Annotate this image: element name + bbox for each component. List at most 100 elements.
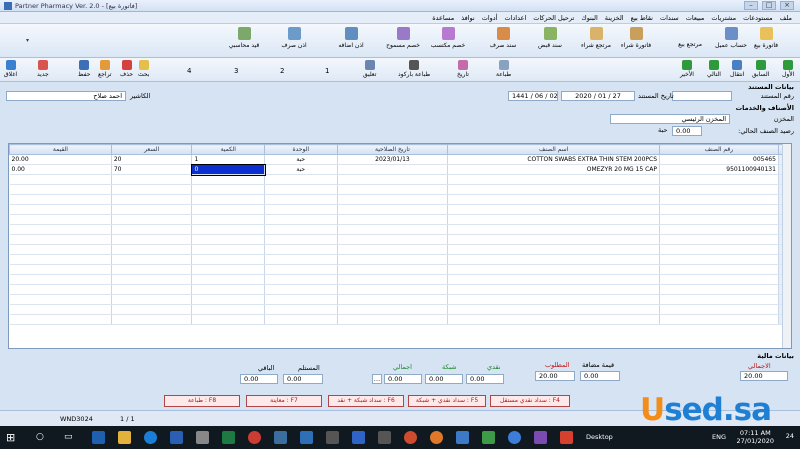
earned-discount-button[interactable]: خصم مكتسب bbox=[422, 27, 474, 49]
app-icon-2[interactable] bbox=[300, 431, 313, 444]
goto-button[interactable]: انتقال bbox=[730, 60, 744, 78]
cell-qty-selected[interactable]: 0 bbox=[190, 163, 266, 176]
sales-return-button[interactable]: مرتجع بيع bbox=[664, 41, 716, 48]
maximize-button[interactable]: □ bbox=[762, 1, 776, 10]
menu-banks[interactable]: البنوك bbox=[581, 12, 597, 23]
cell-item-name[interactable]: OMEZYR 20 MG 15 CAP bbox=[447, 164, 661, 175]
app-icon-10[interactable] bbox=[534, 431, 547, 444]
file-explorer-icon[interactable] bbox=[118, 431, 131, 444]
print-menu-button[interactable]: طباعة bbox=[496, 60, 511, 78]
col-item-name[interactable]: اسم الصنف bbox=[447, 144, 661, 155]
tab-3[interactable]: 3 bbox=[234, 67, 238, 75]
menu-file[interactable]: ملف bbox=[780, 12, 792, 23]
notification-icon[interactable]: 24 bbox=[786, 432, 794, 440]
menu-treasury[interactable]: الخزينة bbox=[605, 12, 624, 23]
cell-expiry[interactable]: 2023/01/13 bbox=[337, 154, 449, 165]
next-button[interactable]: التالي bbox=[707, 60, 721, 78]
previous-button[interactable]: السابق bbox=[752, 60, 769, 78]
col-item-no[interactable]: رقم الصنف bbox=[659, 144, 779, 155]
desktop-toolbar[interactable]: Desktop bbox=[586, 433, 613, 441]
new-button[interactable]: جديد bbox=[37, 60, 49, 78]
receipt-voucher-button[interactable]: سند قبض bbox=[524, 27, 576, 49]
print-barcode-button[interactable]: طباعة باركود bbox=[398, 60, 430, 78]
app-icon-9[interactable] bbox=[508, 431, 521, 444]
app-icon-7[interactable] bbox=[456, 431, 469, 444]
cash-field[interactable]: 0.00 bbox=[466, 374, 504, 384]
save-button[interactable]: حفظ bbox=[78, 60, 90, 78]
menu-pos[interactable]: نقاط بيع bbox=[631, 12, 653, 23]
app-icon-8[interactable] bbox=[482, 431, 495, 444]
col-expiry[interactable]: تاريخ الصلاحية bbox=[336, 144, 449, 155]
language-indicator[interactable]: ENG bbox=[712, 433, 726, 441]
windows-start-icon[interactable]: ⊞ bbox=[6, 431, 15, 444]
search-button[interactable]: بحث bbox=[138, 60, 149, 78]
last-button[interactable]: الأخير bbox=[680, 60, 694, 78]
f4-button[interactable]: F4 : سداد نقدي مستقل bbox=[490, 395, 570, 407]
tab-2[interactable]: 2 bbox=[280, 67, 284, 75]
app-icon-11[interactable] bbox=[560, 431, 573, 444]
chrome-icon[interactable] bbox=[248, 431, 261, 444]
app-icon-3[interactable] bbox=[326, 431, 339, 444]
col-qty[interactable]: الكمية bbox=[191, 144, 265, 155]
menu-posting[interactable]: ترحيل الحركات bbox=[533, 12, 574, 23]
undo-button[interactable]: تراجع bbox=[98, 60, 112, 78]
grid-scrollbar[interactable] bbox=[782, 144, 791, 348]
payment-voucher-button[interactable]: سند صرف bbox=[477, 27, 529, 49]
menu-vouchers[interactable]: سندات bbox=[660, 12, 679, 23]
cell-item-name[interactable]: COTTON SWABS EXTRA THIN STEM 200PCS bbox=[447, 154, 661, 165]
app-icon-1[interactable] bbox=[274, 431, 287, 444]
menu-help[interactable]: مساعدة bbox=[432, 12, 454, 23]
card-field[interactable]: 0.00 bbox=[425, 374, 463, 384]
app-icon-6[interactable] bbox=[404, 431, 417, 444]
col-unit[interactable]: الوحدة bbox=[264, 144, 338, 155]
suspend-button[interactable]: تعليق bbox=[363, 60, 376, 78]
store-select[interactable]: المخزن الرئيسي bbox=[610, 114, 730, 124]
allowed-discount-button[interactable]: خصم مسموح bbox=[377, 27, 429, 49]
cell-unit[interactable]: حبة bbox=[264, 164, 338, 175]
cell-item-no[interactable]: 9501100940131 bbox=[659, 164, 779, 175]
task-view-icon[interactable]: ▭ bbox=[64, 432, 73, 442]
app-icon-5[interactable] bbox=[378, 431, 391, 444]
doc-date-field[interactable]: 2020 / 01 / 27 bbox=[561, 91, 635, 101]
tab-4[interactable]: 4 bbox=[187, 67, 191, 75]
search-icon[interactable]: ○ bbox=[36, 432, 44, 442]
chevron-down-icon[interactable]: ▾ bbox=[26, 37, 29, 44]
doc-no-field[interactable] bbox=[672, 91, 732, 101]
tab-1[interactable]: 1 bbox=[325, 67, 329, 75]
firefox-icon[interactable] bbox=[430, 431, 443, 444]
issue-permit-button[interactable]: اذن صرف bbox=[268, 27, 320, 49]
minimize-button[interactable]: – bbox=[744, 1, 758, 10]
calculator-icon[interactable] bbox=[196, 431, 209, 444]
close-form-button[interactable]: اغلاق bbox=[4, 60, 17, 78]
menu-tools[interactable]: أدوات bbox=[482, 12, 498, 23]
purchase-return-button[interactable]: مرتجع شراء bbox=[570, 27, 622, 49]
outlook-icon[interactable] bbox=[92, 431, 105, 444]
cell-unit[interactable]: حبة bbox=[264, 154, 338, 165]
delete-button[interactable]: حذف bbox=[120, 60, 133, 78]
cell-price[interactable]: 70 bbox=[111, 164, 193, 175]
app-icon-4[interactable] bbox=[352, 431, 365, 444]
received-field[interactable]: 0.00 bbox=[283, 374, 323, 384]
f8-button[interactable]: F8 : طباعة bbox=[164, 395, 240, 407]
first-button[interactable]: الأول bbox=[782, 60, 794, 78]
edge-icon[interactable] bbox=[144, 431, 157, 444]
f6-button[interactable]: F6 : سداد شبكة + نقد bbox=[328, 395, 404, 407]
cell-qty[interactable]: 1 bbox=[191, 154, 265, 165]
menu-windows[interactable]: نوافذ bbox=[461, 12, 475, 23]
table-row[interactable]: 2 9501100940131 OMEZYR 20 MG 15 CAP حبة … bbox=[9, 163, 791, 176]
cell-expiry[interactable] bbox=[337, 164, 449, 175]
hijri-date-field[interactable]: 1441 / 06 / 02 bbox=[508, 91, 558, 101]
menu-warehouses[interactable]: مستودعات bbox=[743, 12, 772, 23]
add-permit-button[interactable]: اذن اضافه bbox=[325, 27, 377, 49]
history-button[interactable]: تاريخ bbox=[457, 60, 469, 78]
excel-icon[interactable] bbox=[222, 431, 235, 444]
f7-button[interactable]: F7 : معاينة bbox=[246, 395, 322, 407]
close-button[interactable]: × bbox=[780, 1, 794, 10]
table-row[interactable]: 1 005465 COTTON SWABS EXTRA THIN STEM 20… bbox=[9, 154, 791, 165]
menu-purchases[interactable]: مشتريات bbox=[711, 12, 736, 23]
cell-item-no[interactable]: 005465 bbox=[659, 154, 779, 165]
cell-price[interactable]: 20 bbox=[111, 154, 193, 165]
word-icon[interactable] bbox=[170, 431, 183, 444]
col-value[interactable]: القيمة bbox=[9, 144, 112, 155]
col-price[interactable]: السعر bbox=[110, 144, 193, 155]
